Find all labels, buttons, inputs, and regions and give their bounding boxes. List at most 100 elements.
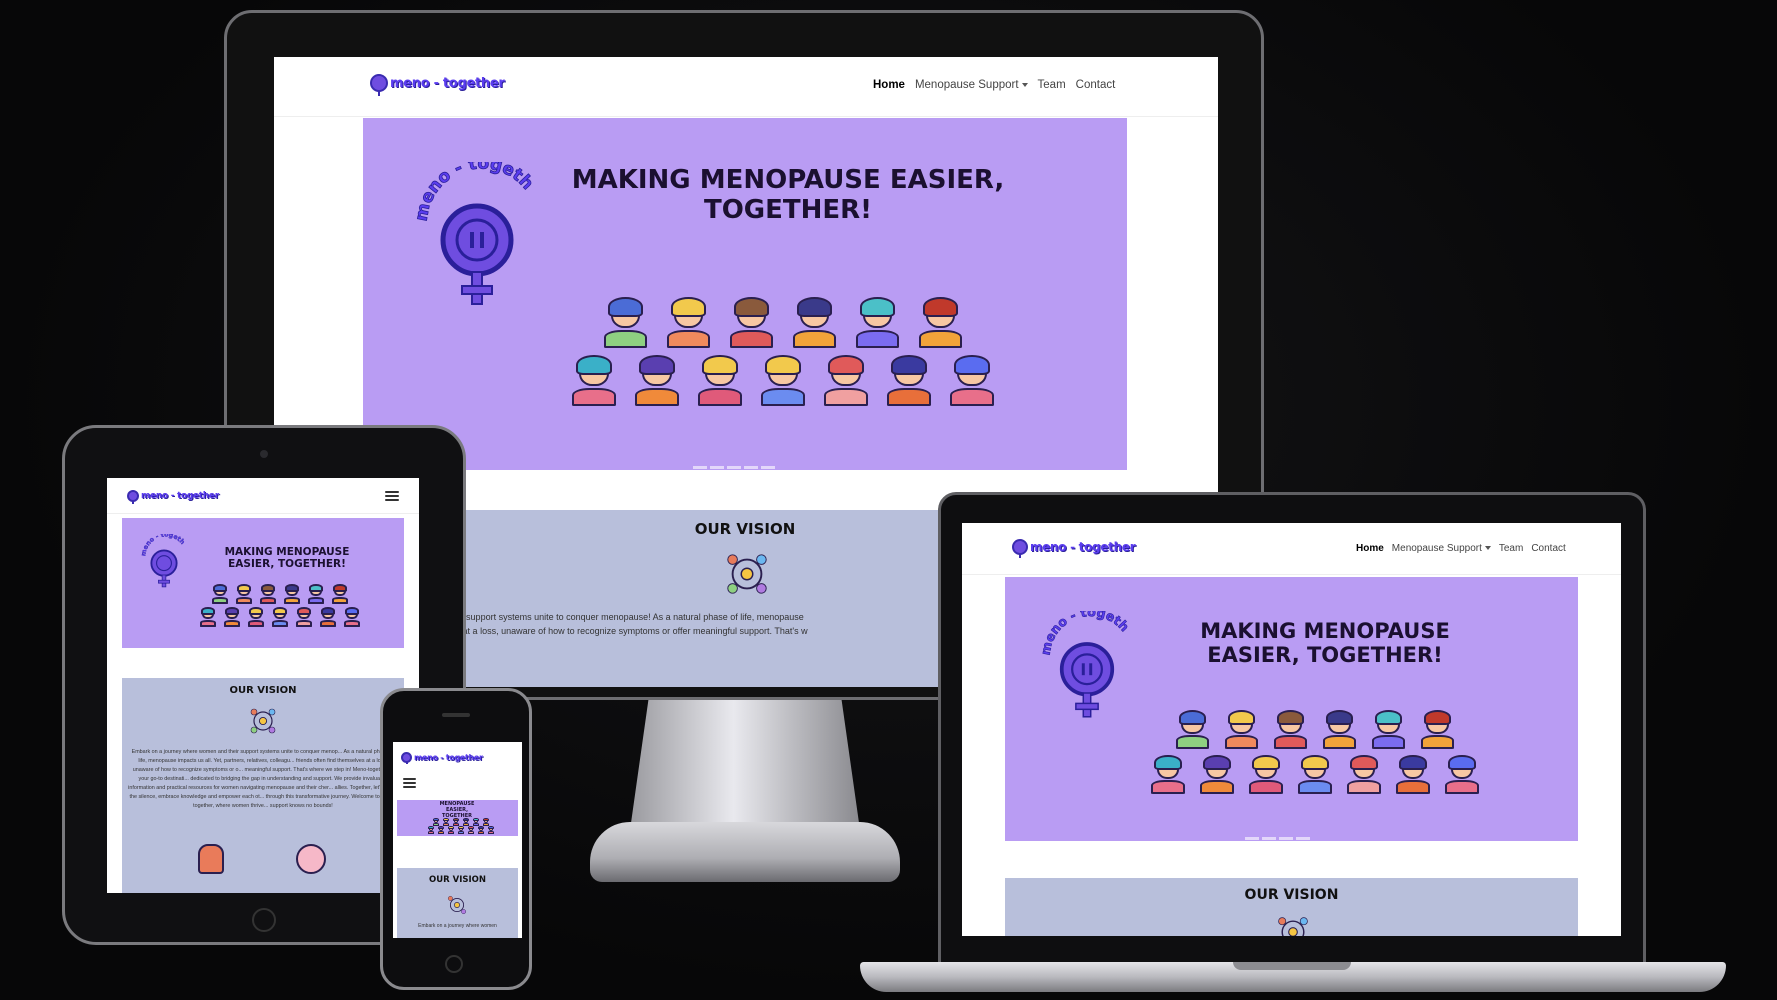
female-symbol-logo-icon: [370, 74, 388, 92]
tablet-home-button: [252, 908, 276, 932]
phone-home-button: [445, 955, 463, 973]
person-avatar-icon: [452, 818, 460, 826]
laptop-site: meno - together Home Menopause Support T…: [962, 523, 1621, 936]
laptop-logo[interactable]: meno - together: [1012, 539, 1136, 555]
person-avatar-icon: [789, 296, 841, 348]
nav-contact[interactable]: Contact: [1076, 79, 1116, 91]
person-avatar-icon: [467, 826, 475, 834]
person-avatar-icon: [1246, 754, 1286, 794]
person-avatar-icon: [477, 826, 485, 834]
person-avatar-icon: [306, 584, 326, 604]
person-avatar-icon: [883, 354, 935, 406]
phone-navbar: meno - together: [393, 742, 522, 788]
tablet-logo[interactable]: meno - together: [127, 490, 219, 502]
hero-title-line2: EASIER, TOGETHER!: [1207, 643, 1443, 668]
nav-home[interactable]: Home: [1356, 543, 1384, 554]
meno-together-emblem-icon: meno - together: [1035, 611, 1133, 718]
nav-team[interactable]: Team: [1499, 543, 1523, 554]
desktop-hero-carousel[interactable]: meno - together MAKING MENOPAUSE EASIER,…: [363, 118, 1127, 470]
person-avatar-icon: [915, 296, 967, 348]
person-avatar-icon: [1369, 709, 1409, 749]
person-avatar-icon: [210, 584, 230, 604]
person-avatar-icon: [1271, 709, 1311, 749]
community-circle-icon: [447, 895, 467, 915]
nav-menopause-support[interactable]: Menopause Support: [1392, 543, 1491, 554]
carousel-indicators[interactable]: [1245, 837, 1310, 840]
laptop-hero-carousel[interactable]: meno - together MAKING MENOPAUSE EASIER,…: [1005, 577, 1578, 841]
person-avatar-icon: [457, 826, 465, 834]
hero-title-line2: TOGETHER!: [703, 194, 873, 225]
hamburger-menu-icon[interactable]: [403, 778, 416, 788]
nav-contact[interactable]: Contact: [1531, 543, 1565, 554]
person-avatar-icon: [487, 826, 495, 834]
person-avatar-icon: [663, 296, 715, 348]
person-avatar-icon: [1173, 709, 1213, 749]
phone-logo[interactable]: meno - together: [401, 752, 483, 763]
person-avatar-icon: [1295, 754, 1335, 794]
nav-support-label: Menopause Support: [1391, 543, 1482, 554]
nav-menopause-support[interactable]: Menopause Support: [915, 79, 1028, 91]
person-avatar-icon: [342, 607, 362, 627]
avatar-row: [210, 584, 350, 604]
person-avatar-icon: [427, 826, 435, 834]
community-circle-icon: [250, 708, 276, 734]
person-avatar-icon: [726, 296, 778, 348]
device-mockup-stage: meno - together Home Menopause Support T…: [0, 0, 1777, 1000]
logo-text: meno - together: [141, 491, 219, 501]
phone-speaker: [442, 713, 470, 717]
hero-title-line1: MAKING MENOPAUSE: [1200, 619, 1450, 643]
meno-together-emblem-icon: meno - together: [407, 162, 538, 305]
phone-hero-carousel[interactable]: MENOPAUSE EASIER, TOGETHER: [397, 800, 518, 836]
desktop-nav-links: Home Menopause Support Team Contact: [873, 79, 1115, 91]
person-avatar-icon: [852, 296, 904, 348]
community-circle-icon: [727, 554, 767, 594]
person-avatar-icon: [318, 607, 338, 627]
laptop-hero-title: MAKING MENOPAUSE EASIER, TOGETHER!: [1155, 619, 1495, 667]
phone-hero-title: MENOPAUSE EASIER, TOGETHER: [427, 801, 487, 819]
phone-site: meno - together MENOPAUSE EASIER, TOGETH…: [393, 742, 522, 938]
logo-text: meno - together: [390, 75, 505, 91]
tablet-hero-title: MAKING MENOPAUSE EASIER, TOGETHER!: [207, 546, 367, 570]
desktop-avatar-group: [553, 296, 1013, 406]
desktop-logo[interactable]: meno - together: [370, 74, 505, 92]
nav-team[interactable]: Team: [1038, 79, 1066, 91]
female-symbol-logo-icon: [401, 752, 412, 763]
tablet-vision-section: OUR VISION Embark on a journey where wom…: [122, 678, 404, 893]
person-avatar-icon: [432, 818, 440, 826]
person-avatar-icon: [1418, 709, 1458, 749]
desktop-hero-title: MAKING MENOPAUSE EASIER, TOGETHER!: [558, 165, 1018, 226]
avatar-row: [1173, 709, 1458, 749]
tablet-hero-carousel[interactable]: meno - together MAKING MENOPAUSE EASIER,…: [122, 518, 404, 648]
laptop-notch: [1233, 962, 1351, 970]
person-avatar-icon: [568, 354, 620, 406]
tablet-avatar-group: [190, 584, 370, 627]
tablet-navbar: meno - together: [107, 478, 419, 514]
laptop-nav-links: Home Menopause Support Team Contact: [1356, 543, 1566, 554]
person-avatar-icon: [294, 607, 314, 627]
phone-vision-section: OUR VISION Embark on a journey where wom…: [397, 868, 518, 938]
vision-text: Embark on a journey where women: [418, 923, 497, 929]
person-avatar-icon: [330, 584, 350, 604]
phone-avatar-group: [425, 818, 497, 834]
vision-text: Embark on a journey where women and thei…: [128, 749, 398, 809]
vision-title: OUR VISION: [229, 685, 297, 696]
person-avatar-icon: [198, 607, 218, 627]
tablet-site: meno - together meno - together MAKING M…: [107, 478, 419, 893]
person-avatar-icon: [1393, 754, 1433, 794]
laptop-navbar: meno - together Home Menopause Support T…: [962, 523, 1621, 575]
nav-support-label: Menopause Support: [914, 79, 1019, 91]
person-avatar-icon: [1320, 709, 1360, 749]
person-avatar-icon: [600, 296, 652, 348]
avatar-row: [198, 607, 362, 627]
monitor-base: [590, 822, 900, 882]
person-avatar-icon: [442, 818, 450, 826]
nav-home[interactable]: Home: [873, 79, 905, 91]
carousel-indicators[interactable]: [693, 466, 775, 469]
person-avatar-icon: [631, 354, 683, 406]
hamburger-menu-icon[interactable]: [385, 491, 399, 501]
hero-title-line1: MAKING MENOPAUSE: [224, 546, 350, 558]
person-avatar-icon: [694, 354, 746, 406]
monitor-stand: [630, 700, 860, 830]
avatar-row: [600, 296, 967, 348]
person-avatar-icon: [482, 818, 490, 826]
